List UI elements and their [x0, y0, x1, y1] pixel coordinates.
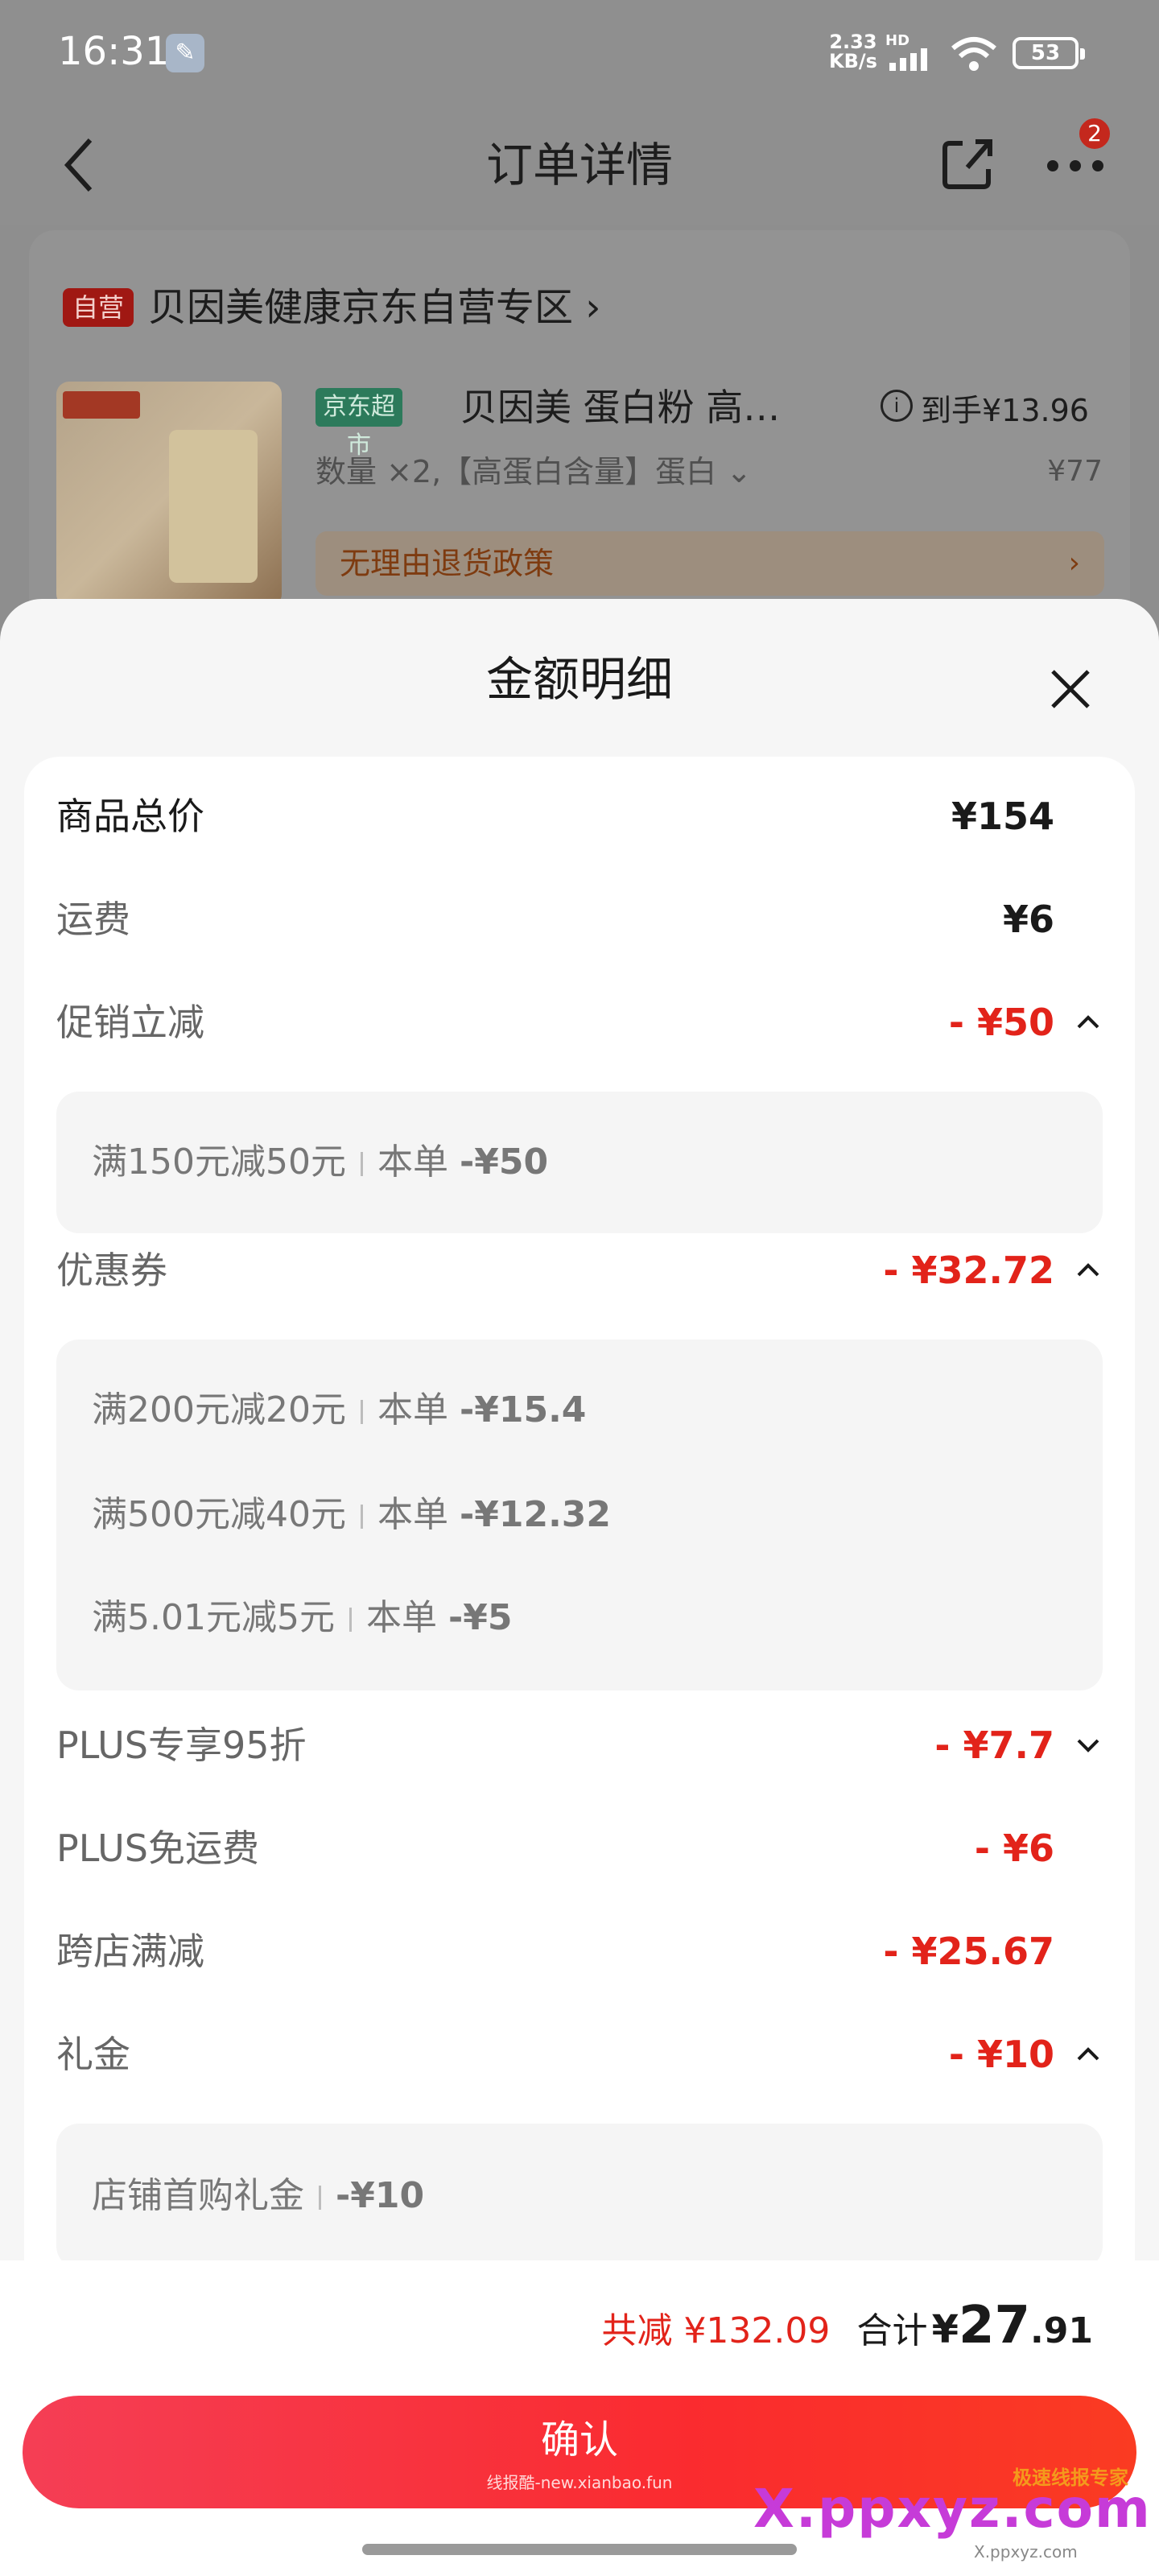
promo-detail-line: 满150元减50元 本单 -¥50	[92, 1130, 548, 1195]
row-amount: ¥6	[1002, 898, 1054, 941]
row-label: 运费	[56, 898, 130, 941]
coupon-amount: -¥12.32	[459, 1494, 612, 1535]
coupon-detail-line: 满500元减40元 本单 -¥12.32	[92, 1483, 611, 1547]
info-icon[interactable]: i	[881, 390, 913, 422]
row-label: 跨店满减	[56, 1930, 204, 1973]
row-gift-money[interactable]: 礼金 - ¥10	[56, 2022, 1103, 2087]
return-policy-text: 无理由退货政策	[340, 546, 555, 581]
notification-badge: 2	[1077, 116, 1112, 151]
row-label: PLUS免运费	[56, 1827, 259, 1870]
row-amount: - ¥25.67	[883, 1930, 1054, 1973]
product-name[interactable]: 贝因美 蛋白粉 高…	[460, 382, 780, 433]
divider	[360, 1400, 363, 1424]
coupon-prefix: 本单	[365, 1597, 437, 1638]
return-policy-bar[interactable]: 无理由退货政策 ›	[316, 531, 1104, 596]
total-summary: 共减 ¥132.09 合计 ¥27.91	[601, 2289, 1093, 2362]
coupon-detail-line: 满200元减20元 本单 -¥15.4	[92, 1378, 586, 1443]
wrench-icon: ✎	[166, 34, 204, 72]
row-goods-total: 商品总价 ¥154	[56, 784, 1103, 848]
gift-detail-box: 店铺首购礼金 -¥10	[56, 2124, 1103, 2268]
promo-detail-box: 满150元减50元 本单 -¥50	[56, 1092, 1103, 1233]
row-label: 促销立减	[56, 1001, 204, 1044]
row-amount: ¥154	[951, 795, 1054, 838]
coupon-rule: 满5.01元减5元	[92, 1597, 335, 1638]
coupon-prefix: 本单	[377, 1389, 448, 1430]
watermark-logo-url: X.ppxyz.com	[974, 2542, 1078, 2562]
row-label: 优惠券	[56, 1249, 167, 1292]
product-spec[interactable]: 数量 ×2,【高蛋白含量】蛋白 ⌄	[316, 448, 752, 496]
row-amount: - ¥32.72	[883, 1249, 1054, 1292]
row-amount: - ¥50	[948, 1001, 1054, 1044]
row-coupon[interactable]: 优惠券 - ¥32.72	[56, 1238, 1103, 1302]
more-icon[interactable]	[1043, 150, 1107, 182]
home-indicator[interactable]	[362, 2544, 797, 2555]
network-speed: 2.33 KB/s	[829, 32, 877, 71]
coupon-amount: -¥5	[448, 1597, 513, 1638]
status-bar: 16:31 ✎ 2.33 KB/s HD 53	[0, 0, 1159, 105]
promo-prefix: 本单	[377, 1141, 448, 1183]
row-plus-free-shipping: PLUS免运费 - ¥6	[56, 1816, 1103, 1880]
net-speed-value: 2.33	[829, 31, 877, 53]
coupon-detail-box: 满200元减20元 本单 -¥15.4 满500元减40元 本单 -¥12.32 满…	[56, 1340, 1103, 1690]
chevron-up-icon[interactable]	[1074, 2040, 1103, 2069]
to-hand-price: 到手¥13.96	[921, 393, 1089, 428]
row-amount: - ¥7.7	[934, 1724, 1054, 1767]
sheet-title: 金额明细	[485, 652, 673, 707]
product-can-shape	[169, 430, 258, 583]
total-label: 合计	[856, 2310, 928, 2351]
chevron-down-icon[interactable]	[1074, 1731, 1103, 1760]
product-image-badge	[63, 391, 140, 419]
battery-icon: 53	[1013, 37, 1085, 69]
total-saved: 共减 ¥132.09	[601, 2310, 831, 2351]
net-speed-unit: KB/s	[829, 50, 877, 72]
confirm-label: 确认	[540, 2417, 618, 2462]
row-cross-store-discount: 跨店满减 - ¥25.67	[56, 1919, 1103, 1984]
promo-rule: 满150元减50元	[92, 1141, 346, 1183]
coupon-amount: -¥15.4	[459, 1389, 587, 1430]
row-label: 礼金	[56, 2033, 130, 2076]
promo-amount: -¥50	[459, 1141, 549, 1183]
close-icon[interactable]	[1045, 663, 1096, 715]
watermark-logo-side: 极速线报专家	[1013, 2467, 1128, 2489]
divider	[360, 1152, 363, 1176]
gift-rule: 店铺首购礼金	[92, 2175, 304, 2216]
signal-icon	[889, 48, 927, 71]
row-amount: - ¥6	[974, 1827, 1054, 1870]
self-operated-tag: 自营	[63, 288, 134, 327]
chevron-up-icon[interactable]	[1074, 1256, 1103, 1285]
coupon-rule: 满500元减40元	[92, 1494, 346, 1535]
product-image[interactable]	[56, 382, 282, 607]
clock: 16:31	[58, 29, 170, 74]
share-icon[interactable]	[938, 132, 996, 193]
amount-panel: 商品总价 ¥154 运费 ¥6 促销立减 - ¥50 满150元减50元 本单 -…	[24, 757, 1135, 2334]
coupon-rule: 满200元减20元	[92, 1389, 346, 1430]
total-decimal: .91	[1030, 2310, 1093, 2351]
divider	[349, 1608, 352, 1632]
gift-amount: -¥10	[336, 2175, 425, 2216]
row-plus-discount[interactable]: PLUS专享95折 - ¥7.7	[56, 1713, 1103, 1777]
product-original-price: ¥77	[1047, 455, 1103, 488]
coupon-detail-line: 满5.01元减5元 本单 -¥5	[92, 1586, 512, 1650]
chevron-up-icon[interactable]	[1074, 1008, 1103, 1037]
row-amount: - ¥10	[948, 2033, 1054, 2076]
row-promo-discount[interactable]: 促销立减 - ¥50	[56, 990, 1103, 1055]
chevron-right-icon: ›	[1068, 547, 1080, 580]
jd-supermarket-tag: 京东超市	[316, 388, 402, 460]
gift-detail-line: 店铺首购礼金 -¥10	[92, 2164, 424, 2228]
navigation-bar: 订单详情 2	[0, 105, 1159, 225]
total-integer: 27	[958, 2296, 1031, 2355]
sheet-footer: 共减 ¥132.09 合计 ¥27.91 确认 线报酷-new.xianbao.…	[0, 2260, 1159, 2576]
row-shipping: 运费 ¥6	[56, 887, 1103, 952]
total-currency: ¥	[931, 2307, 959, 2352]
row-label: 商品总价	[56, 795, 204, 838]
row-label: PLUS专享95折	[56, 1724, 307, 1767]
divider	[319, 2186, 321, 2210]
coupon-prefix: 本单	[377, 1494, 448, 1535]
divider	[360, 1505, 363, 1529]
shop-name-link[interactable]: 贝因美健康京东自营专区 ›	[148, 277, 600, 338]
wifi-icon	[951, 37, 996, 71]
